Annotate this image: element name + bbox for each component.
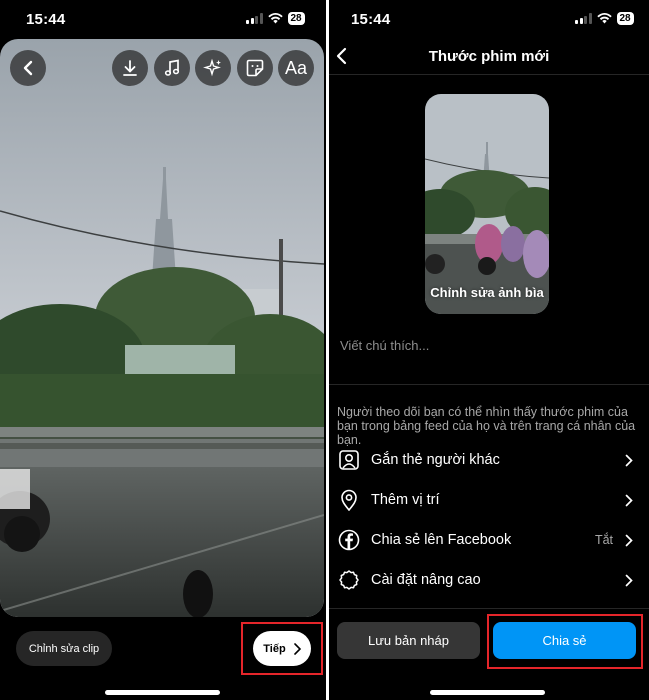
tag-people-row[interactable]: Gắn thẻ người khác bbox=[337, 440, 649, 480]
add-location-row[interactable]: Thêm vị trí bbox=[337, 480, 649, 520]
chevron-right-icon bbox=[625, 574, 633, 586]
next-button[interactable]: Tiếp bbox=[253, 631, 311, 666]
chevron-right-icon bbox=[625, 534, 633, 546]
share-to-facebook-label: Chia sẻ lên Facebook bbox=[371, 532, 512, 548]
chevron-right-icon bbox=[625, 454, 633, 466]
home-indicator[interactable] bbox=[430, 690, 545, 695]
wifi-icon bbox=[267, 13, 283, 24]
chevron-right-icon bbox=[625, 494, 633, 506]
advanced-settings-row[interactable]: Cài đặt nâng cao bbox=[337, 560, 649, 600]
status-time: 15:44 bbox=[351, 11, 391, 28]
battery-indicator: 28 bbox=[287, 12, 305, 25]
chevron-right-icon bbox=[293, 642, 301, 655]
video-preview[interactable]: Aa bbox=[0, 39, 324, 617]
home-indicator[interactable] bbox=[105, 690, 220, 695]
status-bar: 15:44 28 bbox=[329, 0, 649, 38]
sticker-icon bbox=[246, 59, 264, 77]
edit-cover-label[interactable]: Chỉnh sửa ảnh bìa bbox=[425, 285, 549, 300]
sticker-button[interactable] bbox=[237, 50, 273, 86]
reel-editor-screen: 15:44 28 Aa Chỉnh sửa clip Tiếp bbox=[0, 0, 326, 700]
text-icon: Aa bbox=[284, 57, 308, 78]
effects-icon bbox=[203, 58, 221, 77]
signal-icon bbox=[246, 13, 263, 24]
wifi-icon bbox=[596, 13, 612, 24]
facebook-status-value: Tắt bbox=[594, 533, 613, 547]
tag-people-label: Gắn thẻ người khác bbox=[371, 452, 500, 468]
status-icons: 28 bbox=[575, 12, 634, 25]
text-tool-button[interactable]: Aa bbox=[278, 50, 314, 86]
video-frame-image bbox=[0, 39, 324, 617]
save-draft-button[interactable]: Lưu bản nháp bbox=[337, 622, 480, 659]
status-bar: 15:44 28 bbox=[0, 0, 326, 38]
edit-clip-button[interactable]: Chỉnh sửa clip bbox=[16, 631, 112, 666]
add-location-label: Thêm vị trí bbox=[371, 492, 440, 508]
back-button[interactable] bbox=[10, 50, 46, 86]
cover-image bbox=[425, 94, 549, 314]
download-icon bbox=[123, 60, 137, 76]
tag-person-icon bbox=[339, 450, 359, 470]
advanced-settings-label: Cài đặt nâng cao bbox=[371, 572, 481, 588]
facebook-icon bbox=[338, 529, 360, 551]
signal-icon bbox=[575, 13, 592, 24]
next-button-label: Tiếp bbox=[263, 642, 286, 655]
music-icon bbox=[164, 59, 180, 76]
battery-indicator: 28 bbox=[616, 12, 634, 25]
share-button[interactable]: Chia sẻ bbox=[493, 622, 636, 659]
chevron-left-icon bbox=[23, 60, 33, 76]
download-button[interactable] bbox=[112, 50, 148, 86]
header-divider bbox=[329, 74, 649, 75]
new-reel-screen: 15:44 28 Thước phim mới Chỉnh sửa ảnh bì… bbox=[329, 0, 649, 700]
status-time: 15:44 bbox=[26, 11, 66, 28]
cover-thumbnail[interactable]: Chỉnh sửa ảnh bìa bbox=[425, 94, 549, 314]
caption-divider bbox=[329, 384, 649, 385]
effects-button[interactable] bbox=[195, 50, 231, 86]
footer-divider bbox=[329, 608, 649, 609]
share-to-facebook-row[interactable]: Chia sẻ lên Facebook Tắt bbox=[337, 520, 649, 560]
location-pin-icon bbox=[341, 489, 357, 511]
music-button[interactable] bbox=[154, 50, 190, 86]
status-icons: 28 bbox=[246, 12, 305, 25]
gear-icon bbox=[339, 570, 359, 590]
page-title: Thước phim mới bbox=[428, 48, 550, 65]
caption-input[interactable]: Viết chú thích... bbox=[340, 338, 429, 353]
